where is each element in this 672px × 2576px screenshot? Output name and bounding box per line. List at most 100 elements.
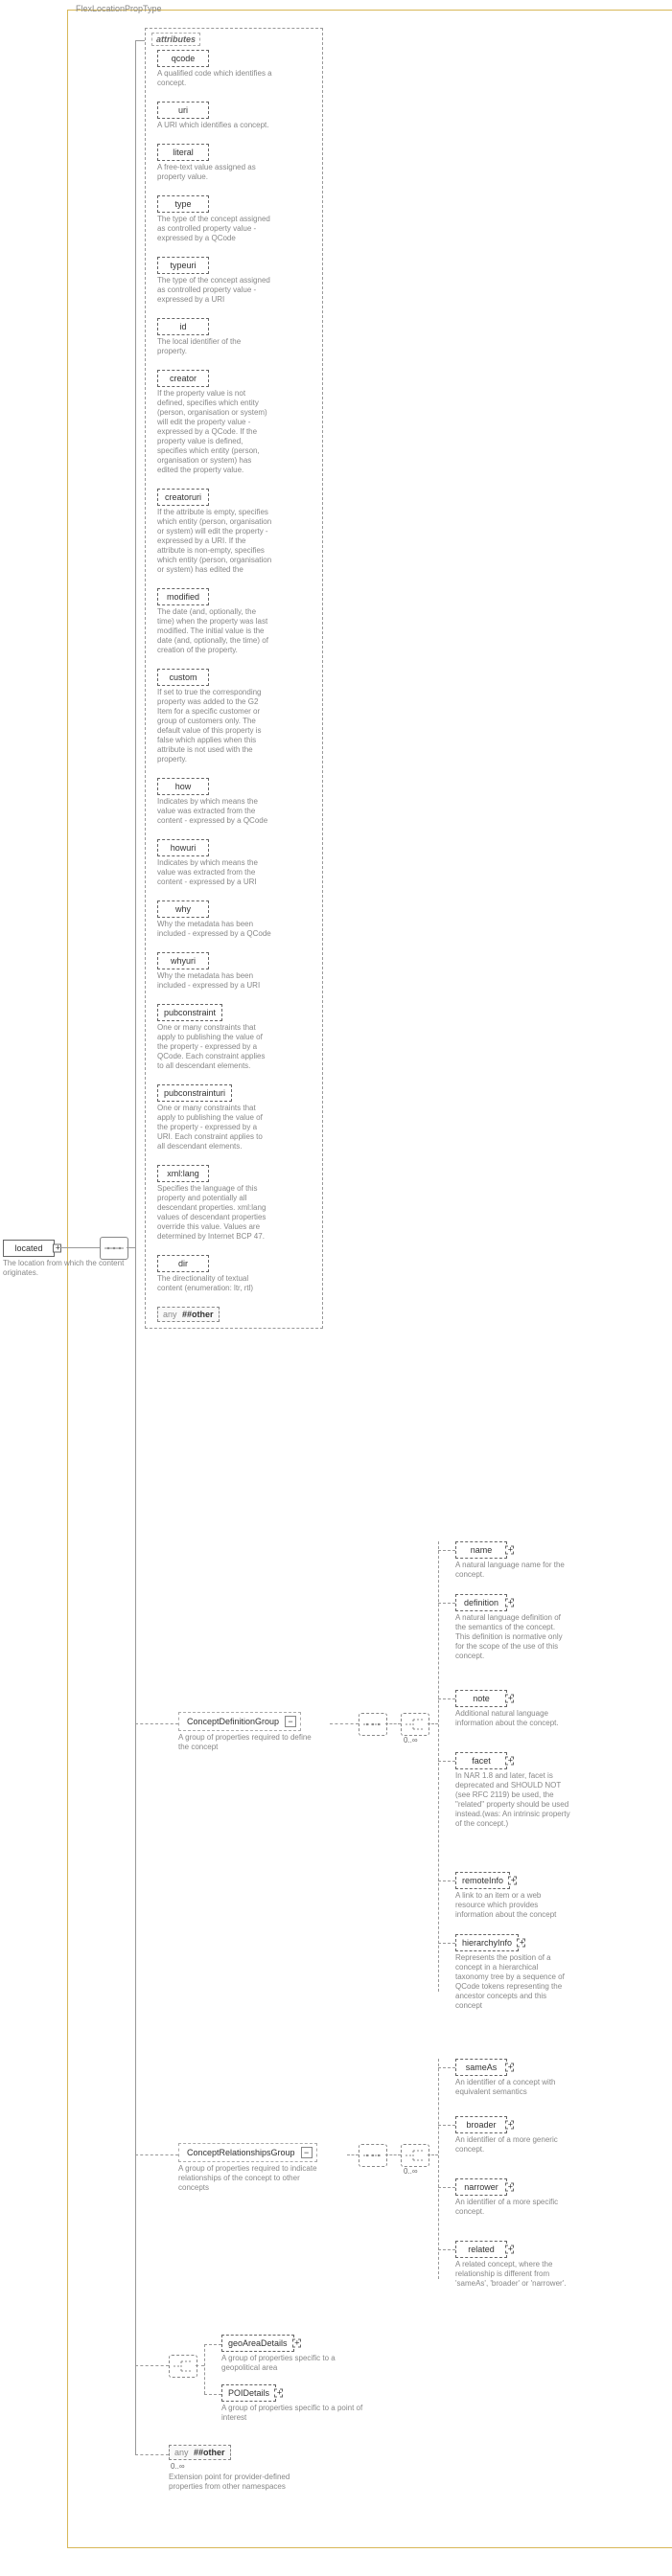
attr-why: why Why the metadata has been included - …	[157, 900, 316, 939]
attr-how: howIndicates by which means the value wa…	[157, 778, 316, 826]
geo-wrap: geoAreaDetails A group of properties spe…	[221, 2335, 365, 2373]
attr-id: id The local identifier of the property.	[157, 318, 316, 356]
attr-howuri: howuri Indicates by which means the value…	[157, 839, 316, 887]
crg-child-sameas: sameAs An identifier of a concept with eq…	[455, 2059, 570, 2097]
element-remoteinfo[interactable]: remoteInfo	[455, 1872, 510, 1889]
choice-cdg	[401, 1713, 429, 1736]
attribute-box[interactable]: whyuri	[157, 952, 209, 969]
attribute-desc: The date (and, optionally, the time) whe…	[157, 607, 272, 655]
element-sameas[interactable]: sameAs	[455, 2059, 507, 2076]
extension-any: any ##other	[169, 2445, 231, 2460]
element-desc: A natural language definition of the sem…	[455, 1613, 570, 1661]
attribute-box[interactable]: id	[157, 318, 209, 335]
attr-any-other: any ##other	[157, 1307, 220, 1322]
attribute-box[interactable]: type	[157, 195, 209, 213]
cdg-child-note: note Additional natural language informat…	[455, 1690, 570, 1728]
element-label: POIDetails	[228, 2388, 269, 2398]
cdg-child-name: name A natural language name for the conc…	[455, 1541, 570, 1580]
attribute-desc: If the attribute is empty, specifies whi…	[157, 508, 272, 575]
element-desc: An identifier of a more specific concept…	[455, 2198, 570, 2217]
element-hierarchyinfo[interactable]: hierarchyInfo	[455, 1934, 519, 1951]
expand-icon[interactable]: −	[301, 2147, 313, 2158]
element-definition[interactable]: definition	[455, 1594, 507, 1611]
attribute-box[interactable]: custom	[157, 669, 209, 686]
attribute-box[interactable]: xml:lang	[157, 1165, 209, 1182]
element-desc: Additional natural language information …	[455, 1709, 570, 1728]
attr-xml-lang: xml:langSpecifies the language of this p…	[157, 1165, 316, 1242]
element-desc: An identifier of a concept with equivale…	[455, 2078, 570, 2097]
element-desc: A related concept, where the relationshi…	[455, 2260, 570, 2289]
attr-creatoruri: creatoruri If the attribute is empty, spe…	[157, 489, 316, 575]
attributes-header: attributes	[151, 33, 200, 46]
attribute-box[interactable]: dir	[157, 1255, 209, 1272]
cdg-child-definition: definition A natural language definition …	[455, 1594, 570, 1661]
attribute-box[interactable]: creator	[157, 370, 209, 387]
attribute-box[interactable]: pubconstrainturi	[157, 1084, 232, 1102]
crg-child-related: related A related concept, where the rela…	[455, 2241, 570, 2289]
attribute-box[interactable]: how	[157, 778, 209, 795]
choice-crg	[401, 2144, 429, 2167]
attribute-desc: Why the metadata has been included - exp…	[157, 971, 272, 991]
sequence-main	[100, 1237, 128, 1260]
element-geoareadetails[interactable]: geoAreaDetails	[221, 2335, 294, 2352]
element-desc: A group of properties specific to a poin…	[221, 2404, 365, 2423]
element-name[interactable]: name	[455, 1541, 507, 1559]
attribute-box[interactable]: literal	[157, 144, 209, 161]
attribute-box[interactable]: pubconstraint	[157, 1004, 222, 1021]
cdg-child-hierarchyinfo: hierarchyInfoRepresents the position of …	[455, 1934, 570, 2011]
attribute-desc: Why the metadata has been included - exp…	[157, 920, 272, 939]
attr-creator: creator If the property value is not defi…	[157, 370, 316, 475]
attribute-box[interactable]: howuri	[157, 839, 209, 856]
group-desc: A group of properties required to define…	[178, 1733, 322, 1752]
element-poidetails[interactable]: POIDetails	[221, 2384, 276, 2402]
cdg-child-remoteinfo: remoteInfoA link to an item or a web res…	[455, 1872, 570, 1920]
attr-custom: custom If set to true the corresponding p…	[157, 669, 316, 764]
expand-icon[interactable]: −	[285, 1716, 296, 1727]
attribute-box[interactable]: qcode	[157, 50, 209, 67]
sequence-cdg	[359, 1713, 387, 1736]
attribute-desc: A qualified code which identifies a conc…	[157, 69, 272, 88]
crg-child-narrower: narrower An identifier of a more specific…	[455, 2178, 570, 2217]
element-desc: A group of properties specific to a geop…	[221, 2354, 365, 2373]
element-located[interactable]: located	[3, 1240, 55, 1257]
attribute-box[interactable]: uri	[157, 102, 209, 119]
group-conceptrelationships[interactable]: ConceptRelationshipsGroup −	[178, 2143, 317, 2162]
element-label: located	[14, 1243, 42, 1253]
attribute-desc: Indicates by which means the value was e…	[157, 858, 272, 887]
attributes-container: attributes qcode A qualified code which i…	[145, 28, 323, 1329]
attribute-desc: A URI which identifies a concept.	[157, 121, 272, 130]
attr-pubconstraint: pubconstraintOne or many constraints tha…	[157, 1004, 316, 1071]
occurs-crg: 0..∞	[404, 2167, 418, 2176]
attribute-box[interactable]: why	[157, 900, 209, 918]
cdg-child-facet: facet In NAR 1.8 and later, facet is depr…	[455, 1752, 570, 1829]
attribute-box[interactable]: typeuri	[157, 257, 209, 274]
attribute-desc: One or many constraints that apply to pu…	[157, 1104, 272, 1151]
element-desc: A natural language name for the concept.	[455, 1561, 570, 1580]
attribute-desc: The local identifier of the property.	[157, 337, 272, 356]
element-related[interactable]: related	[455, 2241, 507, 2258]
attr-type: type The type of the concept assigned as …	[157, 195, 316, 243]
attr-uri: uri A URI which identifies a concept.	[157, 102, 316, 130]
attr-qcode: qcode A qualified code which identifies a…	[157, 50, 316, 88]
group-conceptdefinition[interactable]: ConceptDefinitionGroup −	[178, 1712, 301, 1731]
element-desc: In NAR 1.8 and later, facet is deprecate…	[455, 1771, 570, 1829]
attr-pubconstrainturi: pubconstrainturi One or many constraints …	[157, 1084, 316, 1151]
attr-modified: modified The date (and, optionally, the t…	[157, 588, 316, 655]
element-facet[interactable]: facet	[455, 1752, 507, 1769]
attribute-box[interactable]: modified	[157, 588, 209, 605]
attr-typeuri: typeuriThe type of the concept assigned …	[157, 257, 316, 305]
attr-whyuri: whyuri Why the metadata has been included…	[157, 952, 316, 991]
ext-desc: Extension point for provider-defined pro…	[169, 2473, 313, 2492]
poi-wrap: POIDetails A group of properties specifi…	[221, 2384, 365, 2423]
element-note[interactable]: note	[455, 1690, 507, 1707]
attr-dir: dirThe directionality of textual content…	[157, 1255, 316, 1293]
attribute-box[interactable]: creatoruri	[157, 489, 209, 506]
attribute-desc: The type of the concept assigned as cont…	[157, 215, 272, 243]
attribute-desc: If set to true the corresponding propert…	[157, 688, 272, 764]
attribute-desc: A free-text value assigned as property v…	[157, 163, 272, 182]
group-label: ConceptRelationshipsGroup	[187, 2148, 295, 2157]
attribute-desc: If the property value is not defined, sp…	[157, 389, 272, 475]
element-narrower[interactable]: narrower	[455, 2178, 507, 2196]
occurs-cdg: 0..∞	[404, 1736, 418, 1744]
element-broader[interactable]: broader	[455, 2116, 507, 2133]
